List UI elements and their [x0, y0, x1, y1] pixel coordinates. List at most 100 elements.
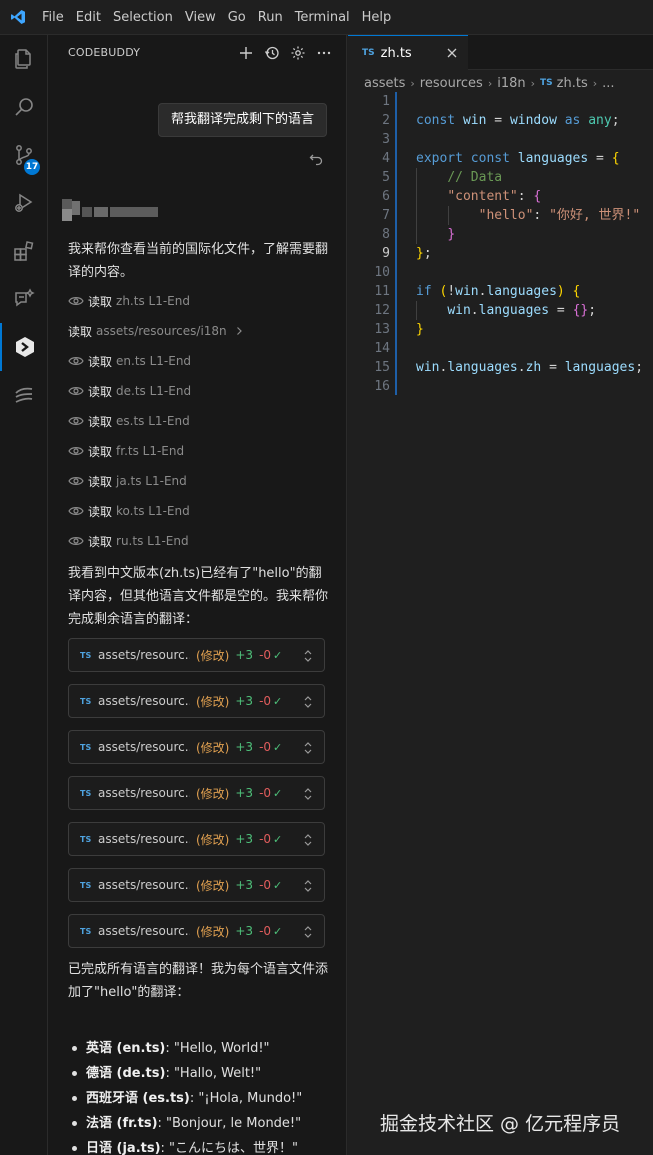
new-chat-icon[interactable]: [236, 43, 256, 63]
activity-bar: 17: [0, 35, 48, 1155]
read-row: 读取 fr.ts L1-End: [68, 441, 184, 461]
expand-collapse-icon[interactable]: [302, 694, 314, 710]
extensions-icon[interactable]: [0, 227, 48, 275]
read-row: 读取 ko.ts L1-End: [68, 501, 190, 521]
translation-list: 英语 (en.ts): "Hello, World!" 德语 (de.ts): "…: [68, 1036, 338, 1155]
lines-added: +3: [235, 694, 254, 708]
expand-collapse-icon[interactable]: [302, 740, 314, 756]
chevron-right-icon: ›: [530, 76, 536, 90]
read-label: 读取: [88, 354, 113, 369]
analysis-text: 我看到中文版本(zh.ts)已经有了"hello"的翻译内容，但其他语言文件都是…: [68, 566, 329, 627]
file-change-card[interactable]: TS assets/resourc... (修改) +3 -0 ✓: [68, 868, 325, 902]
menu-terminal[interactable]: Terminal: [289, 0, 356, 35]
translation-item: 德语 (de.ts): "Hallo, Welt!": [68, 1061, 338, 1086]
menu-selection[interactable]: Selection: [107, 0, 179, 35]
search-icon[interactable]: [0, 83, 48, 131]
translation-item: 日语 (ja.ts): "こんにちは、世界！": [68, 1136, 338, 1155]
file-path: assets/resourc...: [98, 648, 190, 662]
panel-header: CODEBUDDY: [48, 35, 346, 70]
file-change-card[interactable]: TS assets/resourc... (修改) +3 -0 ✓: [68, 684, 325, 718]
eye-icon: [68, 357, 84, 365]
settings-gear-icon[interactable]: [288, 43, 308, 63]
menu-run[interactable]: Run: [252, 0, 289, 35]
check-icon: ✓: [273, 740, 283, 754]
lines-added: +3: [235, 740, 254, 754]
breadcrumb-item[interactable]: zh.ts: [557, 76, 588, 91]
eye-icon: [68, 507, 84, 515]
code-line: 3: [382, 132, 390, 147]
assistant-avatar: [62, 199, 160, 221]
breadcrumb-item[interactable]: ...: [602, 76, 614, 91]
code-line: 5 // Data: [382, 170, 503, 185]
menu-file[interactable]: File: [36, 0, 70, 35]
code-line: 11 if (!win.languages) {: [374, 284, 581, 299]
lines-removed: -0: [259, 878, 272, 892]
breadcrumb-item[interactable]: i18n: [497, 76, 525, 91]
code-line: 10: [374, 265, 390, 280]
modified-status: (修改): [196, 740, 230, 755]
expand-collapse-icon[interactable]: [302, 878, 314, 894]
ts-file-icon: TS: [80, 834, 92, 844]
translation-text: : "Hello, World!": [165, 1041, 270, 1056]
read-label: 读取: [68, 324, 93, 339]
code-view[interactable]: 1 2 const win = window as any; 3 4 export …: [348, 92, 653, 396]
lines-removed: -0: [259, 740, 272, 754]
language-name: 德语 (de.ts): [86, 1066, 166, 1081]
read-file: zh.ts L1-End: [116, 294, 190, 308]
expand-collapse-icon[interactable]: [302, 924, 314, 940]
file-path: assets/resourc...: [98, 924, 190, 938]
file-change-card[interactable]: TS assets/resourc... (修改) +3 -0 ✓: [68, 822, 325, 856]
read-label: 读取: [88, 294, 113, 309]
breadcrumb-item[interactable]: resources: [420, 76, 483, 91]
language-name: 日语 (ja.ts): [86, 1141, 161, 1155]
menu-view[interactable]: View: [179, 0, 222, 35]
more-actions-icon[interactable]: [314, 43, 334, 63]
file-change-card[interactable]: TS assets/resourc... (修改) +3 -0 ✓: [68, 914, 325, 948]
source-control-badge: 17: [24, 159, 40, 175]
modified-status: (修改): [196, 832, 230, 847]
lines-removed: -0: [259, 648, 272, 662]
code-line: 15 win.languages.zh = languages;: [374, 360, 644, 375]
history-icon[interactable]: [262, 43, 282, 63]
ts-file-icon: TS: [80, 926, 92, 936]
read-label: 读取: [88, 504, 113, 519]
menu-go[interactable]: Go: [222, 0, 252, 35]
modified-status: (修改): [196, 924, 230, 939]
breadcrumb-item[interactable]: assets: [364, 76, 405, 91]
file-path: assets/resourc...: [98, 832, 190, 846]
read-folder-row[interactable]: 读取 assets/resources/i18n: [68, 321, 245, 341]
read-label: 读取: [88, 534, 113, 549]
undo-icon[interactable]: [308, 151, 324, 167]
expand-collapse-icon[interactable]: [302, 648, 314, 664]
read-label: 读取: [88, 384, 113, 399]
read-file: en.ts L1-End: [116, 354, 192, 368]
read-file: de.ts L1-End: [116, 384, 192, 398]
chat-sparkle-icon[interactable]: [0, 275, 48, 323]
tab-bar: TS zh.ts: [348, 35, 653, 70]
language-name: 法语 (fr.ts): [86, 1116, 158, 1131]
tab-zh-ts[interactable]: TS zh.ts: [348, 35, 468, 70]
file-change-card[interactable]: TS assets/resourc... (修改) +3 -0 ✓: [68, 638, 325, 672]
code-line: 13}: [374, 322, 424, 337]
read-folder-path: assets/resources/i18n: [96, 324, 227, 338]
codebuddy-icon[interactable]: [0, 323, 48, 371]
breadcrumb: assets › resources › i18n › TS zh.ts › .…: [364, 72, 615, 94]
eye-icon: [68, 387, 84, 395]
expand-collapse-icon[interactable]: [302, 786, 314, 802]
close-icon[interactable]: [446, 47, 458, 59]
menu-edit[interactable]: Edit: [70, 0, 107, 35]
read-file: ja.ts L1-End: [116, 474, 187, 488]
modified-status: (修改): [196, 694, 230, 709]
stacked-lines-icon[interactable]: [0, 371, 48, 419]
expand-collapse-icon[interactable]: [302, 832, 314, 848]
explorer-icon[interactable]: [0, 35, 48, 83]
translation-item: 西班牙语 (es.ts): "¡Hola, Mundo!": [68, 1086, 338, 1111]
ts-file-icon: TS: [540, 78, 553, 88]
menu-help[interactable]: Help: [356, 0, 398, 35]
source-control-icon[interactable]: 17: [0, 131, 48, 179]
file-change-card[interactable]: TS assets/resourc... (修改) +3 -0 ✓: [68, 776, 325, 810]
run-debug-icon[interactable]: [0, 179, 48, 227]
code-line: 4 export const languages = {: [382, 151, 620, 166]
file-change-card[interactable]: TS assets/resourc... (修改) +3 -0 ✓: [68, 730, 325, 764]
code-line: 2 const win = window as any;: [382, 113, 620, 128]
